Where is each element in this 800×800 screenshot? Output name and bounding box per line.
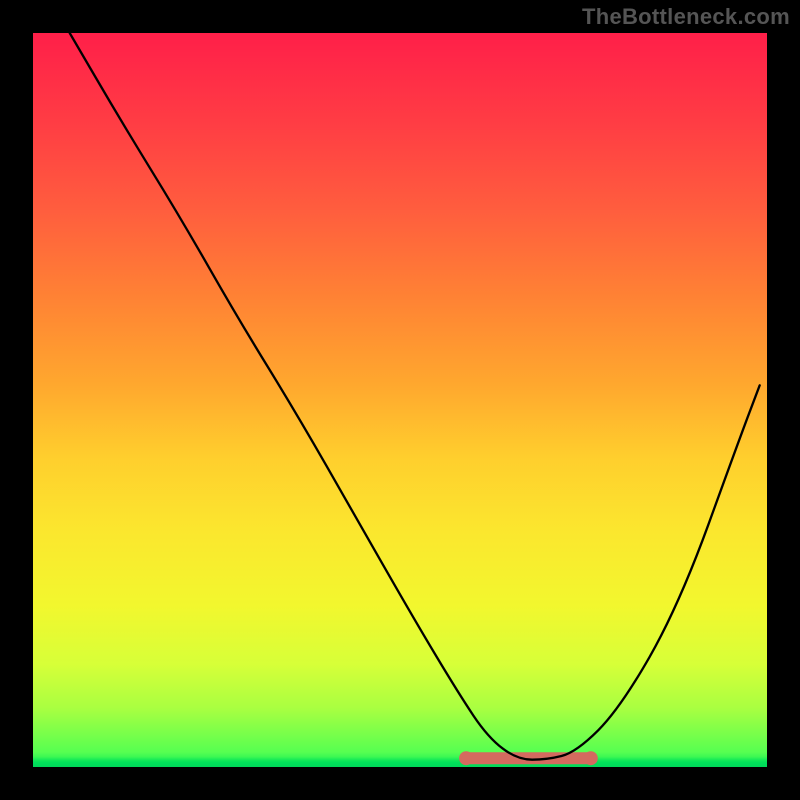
valley-dot-right bbox=[584, 751, 598, 765]
watermark-text: TheBottleneck.com bbox=[582, 4, 790, 30]
valley-dot-left bbox=[459, 751, 473, 765]
curve-layer bbox=[33, 33, 767, 767]
bottleneck-curve bbox=[70, 33, 760, 760]
plot-area bbox=[33, 33, 767, 767]
chart-frame: TheBottleneck.com bbox=[0, 0, 800, 800]
